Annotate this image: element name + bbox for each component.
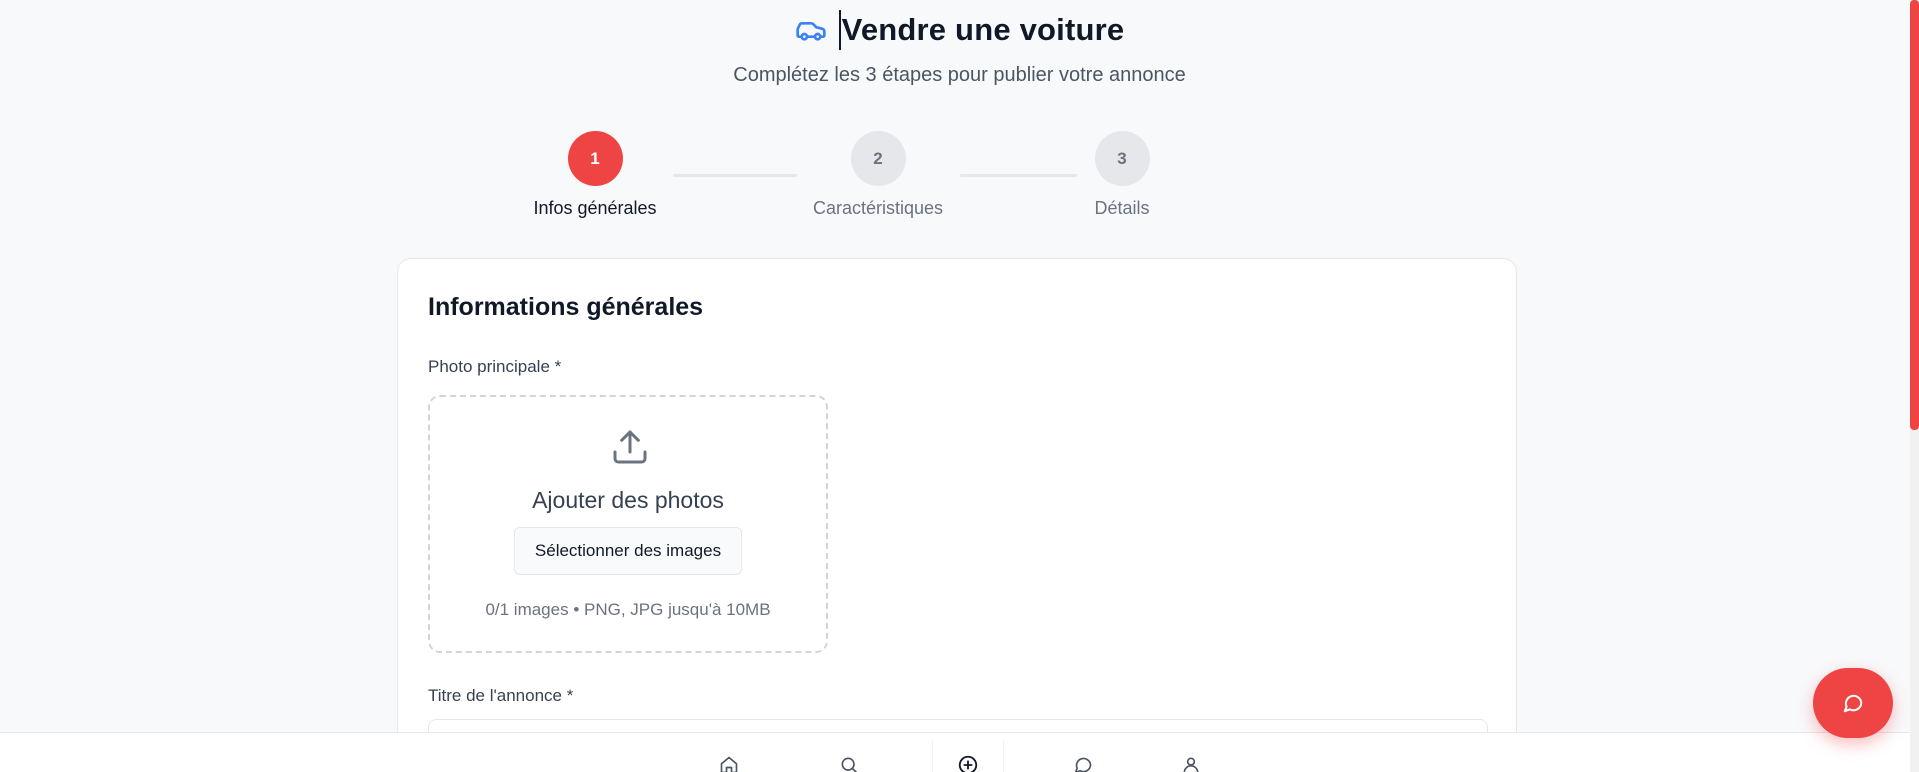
form-card: Informations générales Photo principale … [397,258,1517,772]
search-icon[interactable] [837,753,861,772]
stepper: 1 Infos générales 2 Caractéristiques 3 D… [0,131,1919,221]
home-icon[interactable] [717,753,741,772]
chat-icon[interactable] [1071,753,1095,772]
select-images-button[interactable]: Sélectionner des images [514,527,742,575]
nav-divider [1003,741,1004,772]
step-label: Infos générales [533,198,657,218]
user-icon[interactable] [1179,753,1203,772]
page-header: Vendre une voiture [0,10,1919,50]
upload-hint: 0/1 images • PNG, JPG jusqu'à 10MB [485,600,771,619]
upload-icon [610,427,650,467]
add-circle-icon[interactable] [956,753,980,772]
step-connector [673,174,797,177]
step-number: 3 [1094,131,1150,186]
section-title: Informations générales [428,293,704,321]
step-3[interactable]: 3 Détails [1042,131,1202,219]
photo-label: Photo principale * [428,357,562,376]
step-number: 1 [567,131,623,186]
chat-icon [1842,692,1864,714]
upload-title: Ajouter des photos [532,487,724,513]
step-label: Caractéristiques [812,198,944,218]
step-label: Détails [1094,198,1150,218]
listing-title-label: Titre de l'annonce * [428,686,574,705]
scrollbar-thumb[interactable] [1910,0,1919,430]
car-icon [795,14,827,46]
chat-fab-button[interactable] [1813,668,1893,738]
step-number: 2 [850,131,906,186]
nav-divider [932,741,933,772]
step-2[interactable]: 2 Caractéristiques [798,131,958,219]
bottom-nav [0,732,1910,772]
page-title: Vendre une voiture [838,10,1125,50]
photo-dropzone[interactable]: Ajouter des photos Sélectionner des imag… [428,395,828,653]
page-subtitle: Complétez les 3 étapes pour publier votr… [733,64,1186,86]
step-1[interactable]: 1 Infos générales [515,131,675,219]
scrollbar-track[interactable] [1910,0,1919,772]
